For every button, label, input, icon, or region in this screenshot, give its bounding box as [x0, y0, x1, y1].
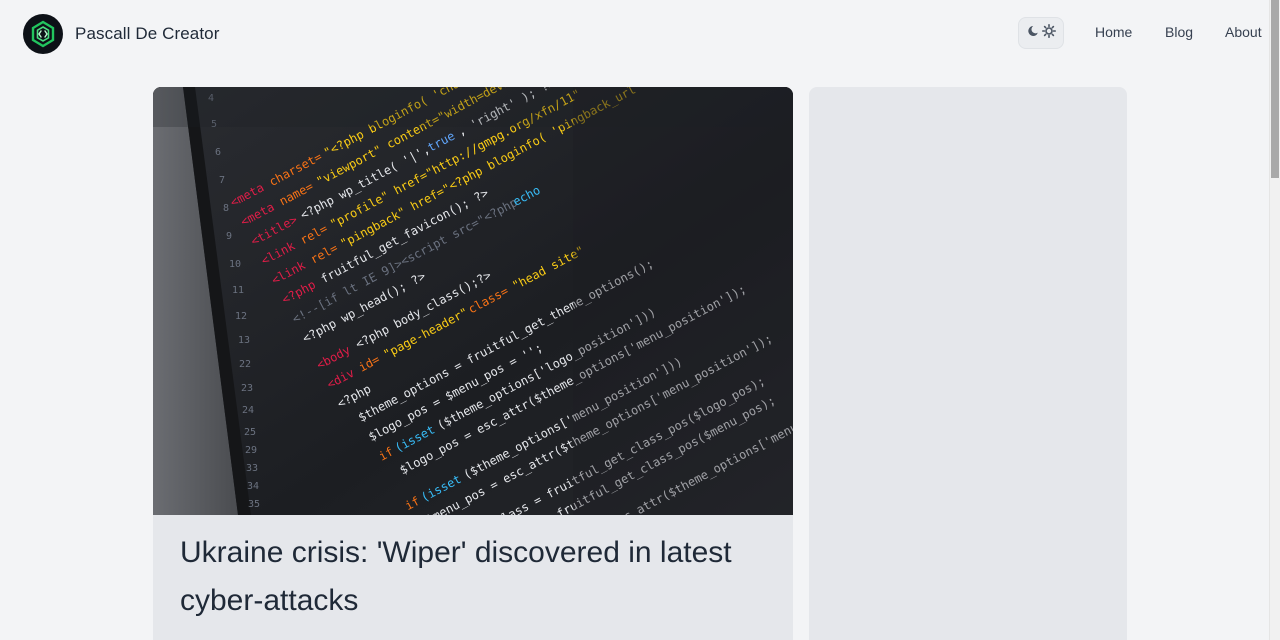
- vertical-scrollbar[interactable]: [1269, 0, 1280, 640]
- svg-text:13: 13: [238, 335, 250, 346]
- svg-text:12: 12: [235, 311, 247, 322]
- svg-text:11: 11: [232, 285, 244, 296]
- sidebar-card: [809, 87, 1127, 640]
- brand-logo-icon: [23, 14, 63, 54]
- svg-text:23: 23: [241, 383, 253, 394]
- brand-name: Pascall De Creator: [75, 24, 220, 43]
- svg-text:10: 10: [229, 259, 241, 270]
- featured-post-card[interactable]: 4 5 6 7 8 9 10 11 12 13 22 23 24 25 29 3…: [153, 87, 793, 640]
- nav-blog[interactable]: Blog: [1165, 24, 1193, 40]
- brand-link[interactable]: Pascall De Creator: [23, 14, 219, 54]
- svg-text:29: 29: [245, 445, 257, 456]
- post-image[interactable]: 4 5 6 7 8 9 10 11 12 13 22 23 24 25 29 3…: [153, 87, 793, 515]
- theme-toggle-button[interactable]: [1018, 17, 1064, 49]
- svg-text:9: 9: [226, 231, 232, 242]
- svg-text:6: 6: [215, 147, 221, 158]
- page: Pascall De Creator Home Blog About 4 5 6…: [0, 0, 1280, 640]
- svg-text:8: 8: [223, 203, 229, 214]
- svg-text:35: 35: [248, 499, 260, 510]
- post-title[interactable]: Ukraine crisis: 'Wiper' discovered in la…: [180, 529, 780, 625]
- svg-text:7: 7: [219, 175, 225, 186]
- svg-text:25: 25: [244, 427, 256, 438]
- svg-text:24: 24: [242, 405, 254, 416]
- scrollbar-thumb[interactable]: [1271, 0, 1279, 178]
- nav-home[interactable]: Home: [1095, 24, 1132, 40]
- site-header: Pascall De Creator Home Blog About: [0, 0, 1270, 68]
- svg-text:33: 33: [246, 463, 258, 474]
- moon-icon: [1027, 24, 1039, 42]
- nav-about[interactable]: About: [1225, 24, 1262, 40]
- svg-text:34: 34: [247, 481, 259, 492]
- svg-text:22: 22: [239, 359, 251, 370]
- sun-icon: [1041, 23, 1056, 43]
